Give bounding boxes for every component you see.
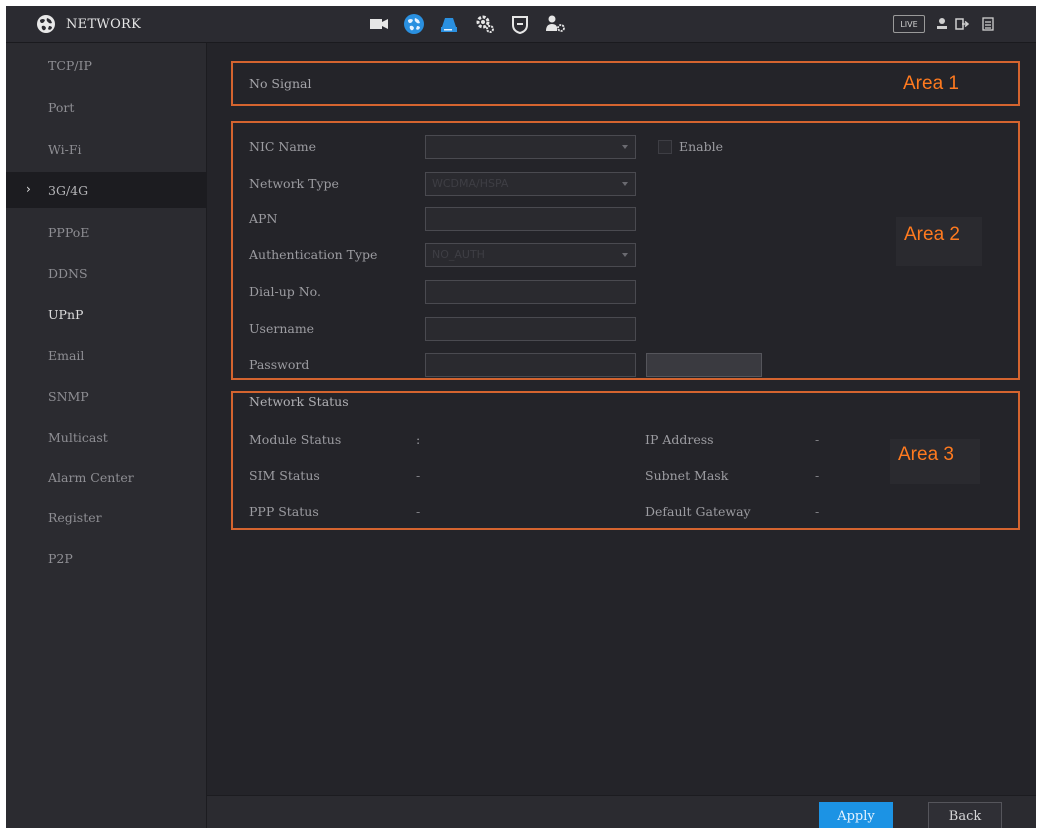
area-1-label: Area 1 xyxy=(903,73,959,94)
nic-name-select[interactable] xyxy=(425,135,636,159)
subnet-mask-label: Subnet Mask xyxy=(645,468,729,483)
network-icon[interactable] xyxy=(401,11,427,37)
apply-button[interactable]: Apply xyxy=(819,802,893,828)
area-3-label: Area 3 xyxy=(890,439,980,484)
sidebar-item-multicast[interactable]: Multicast xyxy=(6,419,206,455)
footer-bar: Apply Back xyxy=(207,795,1036,828)
authentication-type-label: Authentication Type xyxy=(249,247,378,262)
top-bar: NETWORK LIVE xyxy=(6,6,1036,43)
authentication-type-value: NO_AUTH xyxy=(432,248,485,261)
sidebar-item-wi-fi[interactable]: Wi-Fi xyxy=(6,131,206,167)
module-status-label: Module Status xyxy=(249,432,342,447)
live-view-button[interactable]: LIVE xyxy=(893,15,925,33)
area-2-label: Area 2 xyxy=(896,217,982,266)
account-icon[interactable] xyxy=(542,11,568,37)
sidebar-item-alarm-center[interactable]: Alarm Center xyxy=(6,459,206,495)
sidebar-item-port[interactable]: Port xyxy=(6,89,206,125)
sidebar-item-p2p[interactable]: P2P xyxy=(6,540,206,576)
username-input[interactable] xyxy=(425,317,636,341)
sidebar: TCP/IP Port Wi-Fi › 3G/4G PPPoE DDNS UPnP… xyxy=(6,43,207,828)
brand: NETWORK xyxy=(36,12,141,36)
camera-icon[interactable] xyxy=(366,11,392,37)
user-icon[interactable] xyxy=(934,16,950,32)
sidebar-item-snmp[interactable]: SNMP xyxy=(6,378,206,414)
sidebar-item-upnp[interactable]: UPnP xyxy=(6,296,206,332)
nic-name-label: NIC Name xyxy=(249,139,317,154)
password-input[interactable] xyxy=(425,353,636,377)
sidebar-item-register[interactable]: Register xyxy=(6,499,206,535)
sidebar-item-3g-4g[interactable]: › 3G/4G xyxy=(6,172,206,208)
sidebar-item-tcp-ip[interactable]: TCP/IP xyxy=(6,47,206,83)
authentication-type-select[interactable]: NO_AUTH xyxy=(425,243,636,267)
default-gateway-label: Default Gateway xyxy=(645,504,751,519)
password-action-button[interactable] xyxy=(646,353,762,377)
sidebar-item-pppoe[interactable]: PPPoE xyxy=(6,214,206,250)
module-status-value: : xyxy=(416,432,421,447)
back-button[interactable]: Back xyxy=(928,802,1002,828)
ppp-status-label: PPP Status xyxy=(249,504,319,519)
subnet-mask-value: - xyxy=(815,468,820,483)
security-icon[interactable] xyxy=(507,11,533,37)
apn-input[interactable] xyxy=(425,207,636,231)
network-globe-icon xyxy=(37,15,55,33)
chevron-right-icon: › xyxy=(26,182,31,196)
username-label: Username xyxy=(249,321,315,336)
menu-icon[interactable] xyxy=(980,16,996,32)
app-window: NETWORK LIVE TCP/IP Port Wi-Fi › 3G/4G PP… xyxy=(6,6,1036,828)
settings-icon[interactable] xyxy=(472,11,498,37)
logout-icon[interactable] xyxy=(954,16,970,32)
ppp-status-value: - xyxy=(416,504,421,519)
enable-label: Enable xyxy=(679,139,724,154)
sim-status-value: - xyxy=(416,468,421,483)
enable-checkbox[interactable] xyxy=(658,140,672,154)
signal-status-text: No Signal xyxy=(249,76,312,91)
apn-label: APN xyxy=(249,211,278,226)
dialup-number-label: Dial-up No. xyxy=(249,284,321,299)
ip-address-value: - xyxy=(815,432,820,447)
default-gateway-value: - xyxy=(815,504,820,519)
main-panel: No Signal Area 1 Area 2 NIC Name Enable … xyxy=(207,43,1036,795)
network-type-label: Network Type xyxy=(249,176,339,191)
storage-icon[interactable] xyxy=(436,11,462,37)
network-type-value: WCDMA/HSPA xyxy=(432,177,509,190)
sim-status-label: SIM Status xyxy=(249,468,320,483)
dialup-number-input[interactable] xyxy=(425,280,636,304)
ip-address-label: IP Address xyxy=(645,432,714,447)
sidebar-item-ddns[interactable]: DDNS xyxy=(6,255,206,291)
page-title: NETWORK xyxy=(66,16,142,32)
password-label: Password xyxy=(249,357,310,372)
network-status-title: Network Status xyxy=(249,394,349,409)
sidebar-item-email[interactable]: Email xyxy=(6,337,206,373)
network-type-select[interactable]: WCDMA/HSPA xyxy=(425,172,636,196)
